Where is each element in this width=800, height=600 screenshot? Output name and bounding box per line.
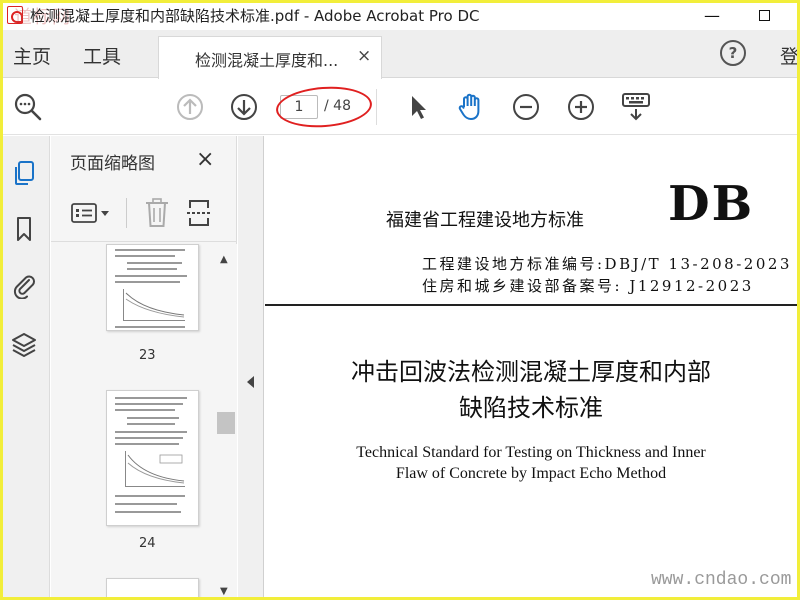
magnifier-icon — [14, 93, 42, 121]
hand-tool-button[interactable] — [455, 91, 487, 123]
keyboard-tools-button[interactable] — [620, 91, 652, 123]
tab-home[interactable]: 主页 — [13, 42, 51, 69]
scroll-down-icon[interactable]: ▼ — [220, 586, 228, 597]
panel-collapse-strip — [238, 136, 264, 600]
title-bar: 道标网 检测混凝土厚度和内部缺陷技术标准.pdf - Adobe Acrobat… — [0, 0, 800, 30]
record-number-line: 住房和城乡建设部备案号: J12912-2023 — [422, 277, 754, 295]
red-highlight-annotation — [274, 83, 374, 131]
english-title-line-2: Flaw of Concrete by Impact Echo Method — [395, 465, 667, 482]
arrow-up-circle-icon — [177, 94, 203, 120]
document-page: 福建省工程建设地方标准 DB 工程建设地方标准编号:DBJ/T 13-208-2… — [265, 136, 797, 597]
arrow-down-circle-icon — [231, 94, 257, 120]
page-split-icon — [187, 200, 211, 226]
bookmarks-button[interactable] — [9, 214, 39, 244]
page-thumbnail[interactable] — [106, 244, 199, 331]
main-toolbar: 1 / 48 — [0, 79, 800, 135]
close-panel-icon[interactable]: × — [196, 147, 214, 172]
hand-icon — [458, 93, 480, 120]
find-text-button[interactable] — [12, 91, 44, 123]
previous-page-button[interactable] — [174, 91, 206, 123]
split-page-button[interactable] — [185, 198, 213, 232]
layers-icon — [12, 333, 36, 357]
thumbnails-panel-title: 页面缩略图 — [70, 154, 155, 174]
thumbnails-scrollbar[interactable]: ▲ ▼ — [215, 244, 237, 600]
document-tab[interactable]: 检测混凝土厚度和... × — [158, 36, 382, 79]
next-page-button[interactable] — [228, 91, 260, 123]
close-tab-icon[interactable]: × — [357, 46, 371, 66]
select-tool-button[interactable] — [402, 91, 434, 123]
plus-circle-icon — [568, 94, 594, 120]
maximize-button[interactable] — [752, 4, 776, 26]
keyboard-download-icon — [622, 93, 650, 121]
db-mark: DB — [668, 176, 755, 232]
english-title-line-1: Technical Standard for Testing on Thickn… — [356, 444, 706, 461]
zoom-in-button[interactable] — [565, 91, 597, 123]
thumbnail-options-button[interactable] — [71, 200, 113, 232]
attachments-button[interactable] — [9, 270, 39, 300]
thumbnails-toolbar — [51, 186, 237, 242]
bookmark-icon — [17, 217, 31, 241]
left-nav-rail — [0, 136, 50, 600]
page-thumbnail[interactable] — [106, 390, 199, 526]
header-rule — [265, 304, 797, 306]
standard-category-title: 福建省工程建设地方标准 — [386, 210, 584, 231]
copy-pages-icon — [15, 161, 34, 185]
thumbnail-page-number: 23 — [139, 348, 156, 363]
minimize-button[interactable]: — — [700, 4, 724, 26]
thumbnail-graph — [123, 289, 185, 321]
cursor-arrow-icon — [412, 96, 426, 119]
trash-icon — [146, 198, 168, 227]
list-options-icon — [71, 203, 109, 223]
page-thumbnails-button[interactable] — [9, 158, 39, 188]
page-thumbnail[interactable] — [106, 578, 199, 600]
sign-in-link[interactable]: 登 — [780, 42, 799, 69]
minus-circle-icon — [513, 94, 539, 120]
toolbar-divider — [376, 89, 377, 125]
thumbnail-page-number: 24 — [139, 536, 156, 551]
thumbnails-panel: 页面缩略图 × 23 24 ▲ ▼ — [51, 136, 237, 600]
chinese-title-line-2: 缺陷技术标准 — [459, 394, 603, 422]
scroll-up-icon[interactable]: ▲ — [220, 254, 228, 265]
scrollbar-thumb[interactable] — [217, 412, 235, 434]
delete-page-button[interactable] — [143, 197, 171, 233]
window-title: 检测混凝土厚度和内部缺陷技术标准.pdf - Adobe Acrobat Pro… — [30, 7, 480, 25]
site-watermark: www.cndao.com — [651, 570, 792, 590]
help-icon[interactable]: ? — [720, 40, 746, 66]
tab-tools[interactable]: 工具 — [83, 42, 121, 69]
minimize-icon: — — [704, 5, 720, 25]
standard-code-line: 工程建设地方标准编号:DBJ/T 13-208-2023 — [422, 255, 792, 273]
thumbnail-graph — [125, 451, 185, 487]
thumbnail-toolbar-divider — [126, 198, 127, 228]
menu-tab-bar: 主页 工具 检测混凝土厚度和... × ? 登 — [0, 30, 800, 79]
collapse-panel-icon[interactable] — [247, 376, 254, 388]
maximize-icon — [758, 9, 770, 21]
layers-button[interactable] — [9, 330, 39, 360]
zoom-out-button[interactable] — [510, 91, 542, 123]
paperclip-icon — [13, 275, 35, 299]
document-tab-label: 检测混凝土厚度和... — [195, 51, 339, 70]
chinese-title-line-1: 冲击回波法检测混凝土厚度和内部 — [351, 358, 711, 386]
